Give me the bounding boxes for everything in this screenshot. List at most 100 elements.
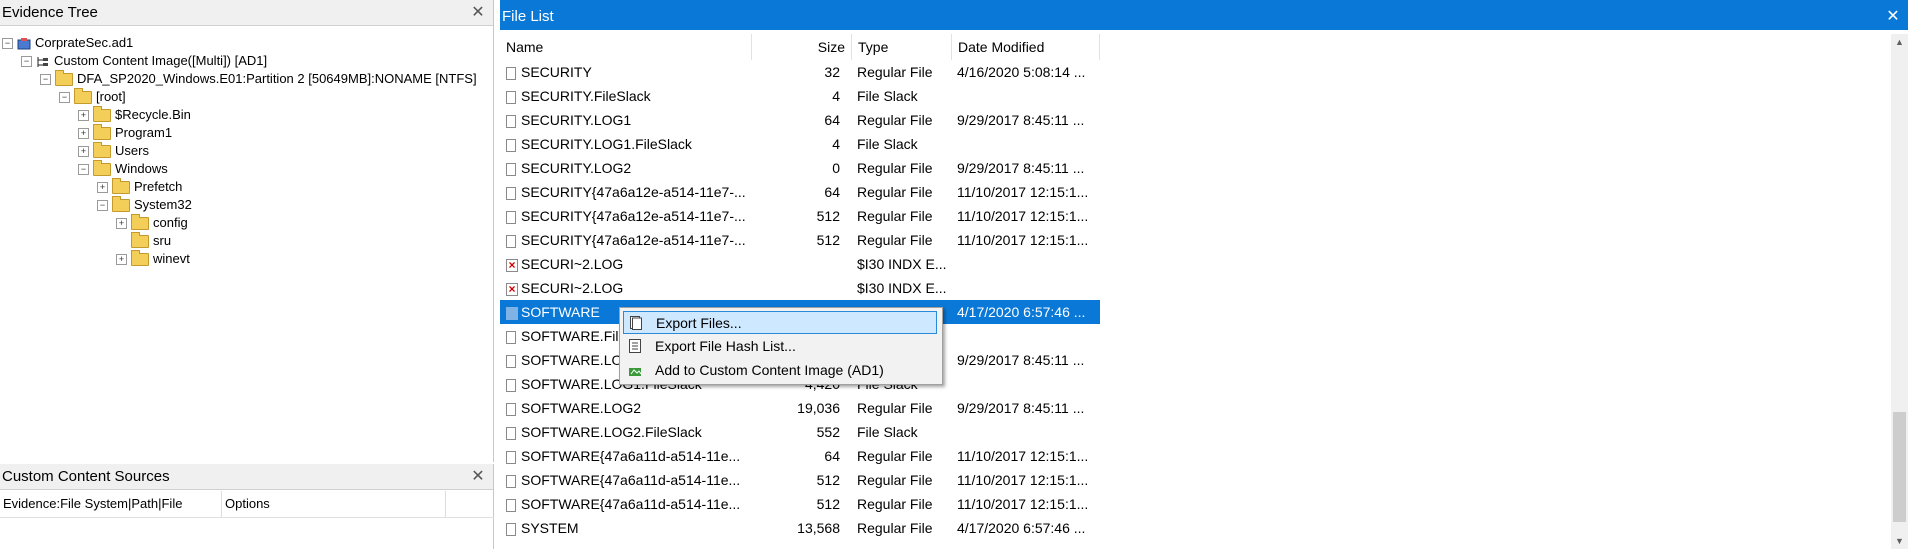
- file-row[interactable]: SOFTWARE{47a6a11d-a514-11e... 512 Regular …: [500, 468, 1100, 492]
- collapse-icon[interactable]: −: [2, 38, 13, 50]
- collapse-icon[interactable]: −: [97, 200, 108, 212]
- folder-icon: [112, 196, 130, 213]
- tree-node-label: System32: [134, 197, 192, 212]
- expand-icon[interactable]: +: [116, 218, 127, 230]
- file-size: 512: [816, 472, 840, 488]
- file-list-scrollbar[interactable]: ▲ ▼: [1891, 34, 1908, 549]
- tree-node[interactable]: + $Recycle.Bin: [78, 106, 191, 124]
- file-icon: [506, 402, 516, 416]
- file-row[interactable]: SECURITY.LOG2 0 Regular File 9/29/2017 8:45…: [500, 156, 1100, 180]
- tree-node[interactable]: − System32: [97, 196, 192, 214]
- file-size: 0: [832, 160, 840, 176]
- file-icon: [506, 234, 516, 248]
- file-row[interactable]: SECURITY{47a6a12e-a514-11e7-... 512 Regula…: [500, 204, 1100, 228]
- file-row[interactable]: × SECURI~2.LOG $I30 INDX E...: [500, 252, 1100, 276]
- tree-node-label: sru: [153, 233, 172, 248]
- file-size: 64: [824, 448, 840, 464]
- file-type: Regular File: [857, 472, 933, 488]
- custom-content-sources-header: Evidence:File System|Path|File Options: [0, 491, 494, 518]
- file-name: SECURI~2.LOG: [521, 280, 624, 296]
- tree-node[interactable]: sru: [116, 232, 171, 250]
- tree-node-label: Windows: [115, 161, 168, 176]
- custom-content-sources-close-icon[interactable]: ✕: [471, 464, 485, 490]
- tree-node[interactable]: + config: [116, 214, 188, 232]
- file-row[interactable]: SOFTWARE.LOG2.FileSlack 552 File Slack: [500, 420, 1100, 444]
- collapse-icon[interactable]: −: [40, 74, 51, 86]
- tree-node[interactable]: + Users: [78, 142, 149, 160]
- expand-icon[interactable]: +: [97, 182, 108, 194]
- file-row[interactable]: SECURITY{47a6a12e-a514-11e7-... 512 Regula…: [500, 228, 1100, 252]
- file-size: [745, 252, 840, 276]
- file-name: SECURITY{47a6a12e-a514-11e7-...: [521, 232, 746, 248]
- scroll-down-icon[interactable]: ▼: [1891, 533, 1908, 549]
- folder-icon: [74, 88, 92, 105]
- column-header-evidence[interactable]: Evidence:File System|Path|File: [0, 491, 222, 517]
- tree-node[interactable]: − [root]: [59, 88, 126, 106]
- tree-node[interactable]: + Program1: [78, 124, 172, 142]
- expand-icon[interactable]: +: [78, 110, 89, 122]
- file-date-modified: 4/17/2020 6:57:46 ...: [957, 520, 1086, 536]
- tree-node[interactable]: + Prefetch: [97, 178, 182, 196]
- scrollbar-thumb[interactable]: [1893, 412, 1906, 522]
- tree-structure-icon: [37, 56, 48, 67]
- hash-list-icon: [629, 339, 641, 353]
- file-icon: [506, 474, 516, 488]
- file-name-cell: SECURITY{47a6a12e-a514-11e7-...: [506, 204, 746, 228]
- evidence-tree-close-icon[interactable]: ✕: [471, 0, 485, 26]
- file-row[interactable]: SECURITY.LOG1 64 Regular File 9/29/2017 8:4…: [500, 108, 1100, 132]
- column-header-name[interactable]: Name: [500, 34, 752, 60]
- custom-content-sources-title-bar: Custom Content Sources ✕: [0, 464, 493, 490]
- expand-icon[interactable]: +: [78, 128, 89, 140]
- folder-icon: [93, 124, 111, 141]
- tree-node[interactable]: − DFA_SP2020_Windows.E01:Partition 2 [506…: [40, 70, 477, 88]
- file-date-modified: 4/16/2020 5:08:14 ...: [957, 64, 1086, 80]
- menu-item-export-file-hash-list[interactable]: Export File Hash List...: [623, 335, 937, 358]
- menu-item-export-files[interactable]: Export Files...: [623, 311, 937, 334]
- file-type: Regular File: [857, 400, 933, 416]
- collapse-icon[interactable]: −: [59, 92, 70, 104]
- menu-item-label: Export File Hash List...: [655, 338, 796, 354]
- file-date-modified: 11/10/2017 12:15:1...: [957, 448, 1089, 464]
- tree-node[interactable]: − CorprateSec.ad1: [2, 34, 133, 52]
- file-size: 19,036: [797, 400, 840, 416]
- file-icon: [506, 378, 516, 392]
- add-image-icon: [629, 368, 641, 376]
- folder-icon: [131, 214, 149, 231]
- file-date-modified: 9/29/2017 8:45:11 ...: [957, 160, 1085, 176]
- scroll-up-icon[interactable]: ▲: [1891, 34, 1908, 50]
- evidence-tree-pane: Evidence Tree ✕ − CorprateSec.ad1− Custom …: [0, 0, 494, 462]
- column-header-size[interactable]: Size: [752, 34, 852, 60]
- file-row[interactable]: SOFTWARE{47a6a11d-a514-11e... 64 Regular F…: [500, 444, 1100, 468]
- file-size: 552: [816, 424, 840, 440]
- file-row[interactable]: SECURITY.LOG1.FileSlack 4 File Slack: [500, 132, 1100, 156]
- column-header-options[interactable]: Options: [222, 491, 446, 517]
- file-row[interactable]: SECURITY{47a6a12e-a514-11e7-... 64 Regular…: [500, 180, 1100, 204]
- menu-item-add-to-custom-content-image[interactable]: Add to Custom Content Image (AD1): [623, 359, 937, 382]
- collapse-icon[interactable]: −: [21, 56, 32, 68]
- tree-node[interactable]: + winevt: [116, 250, 190, 268]
- tree-node[interactable]: − Windows: [78, 160, 168, 178]
- tree-node-label: CorprateSec.ad1: [35, 35, 134, 50]
- tree-node[interactable]: − Custom Content Image([Multi]) [AD1]: [21, 52, 267, 70]
- file-row[interactable]: SOFTWARE.LOG2 19,036 Regular File 9/29/2017…: [500, 396, 1100, 420]
- file-list-header: Name Size Type Date Modified: [500, 34, 1100, 60]
- file-row[interactable]: SYSTEM 13,568 Regular File 4/17/2020 6:57:4…: [500, 516, 1100, 540]
- file-row[interactable]: SECURITY 32 Regular File 4/16/2020 5:08:14 …: [500, 60, 1100, 84]
- file-size: 512: [816, 496, 840, 512]
- expand-icon[interactable]: +: [116, 254, 127, 266]
- column-header-date-modified[interactable]: Date Modified: [952, 34, 1100, 60]
- file-row[interactable]: SECURITY.FileSlack 4 File Slack: [500, 84, 1100, 108]
- tree-node-label: config: [153, 215, 188, 230]
- column-header-type[interactable]: Type: [852, 34, 952, 60]
- file-list-close-icon[interactable]: ✕: [1886, 0, 1900, 34]
- expand-icon[interactable]: +: [78, 146, 89, 158]
- collapse-icon[interactable]: −: [78, 164, 89, 176]
- file-date-modified: 4/17/2020 6:57:46 ...: [957, 304, 1086, 320]
- file-name: SOFTWARE{47a6a11d-a514-11e...: [521, 448, 741, 464]
- file-icon: [506, 498, 516, 512]
- file-name-cell: SECURITY{47a6a12e-a514-11e7-...: [506, 228, 746, 252]
- file-size: 32: [824, 64, 840, 80]
- file-row[interactable]: × SECURI~2.LOG $I30 INDX E...: [500, 276, 1100, 300]
- file-row[interactable]: SOFTWARE{47a6a11d-a514-11e... 512 Regular …: [500, 492, 1100, 516]
- file-date-modified: 9/29/2017 8:45:11 ...: [957, 352, 1085, 368]
